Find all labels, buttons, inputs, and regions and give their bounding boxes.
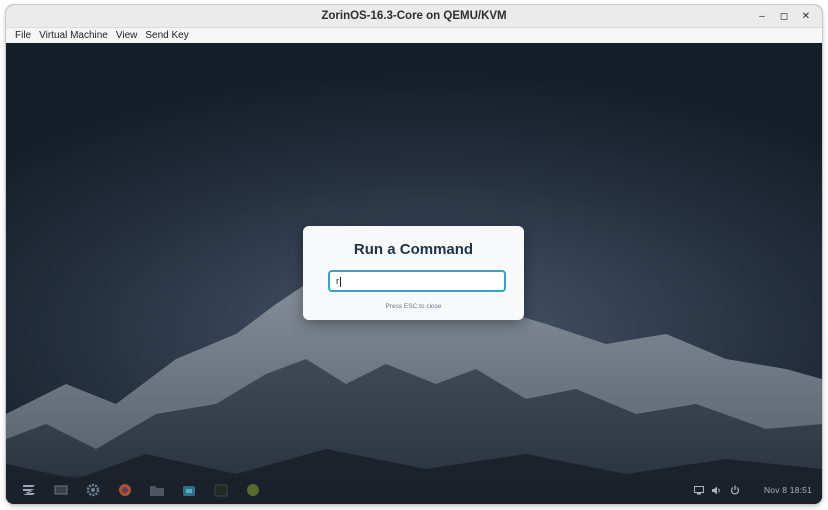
settings-icon[interactable]: [84, 482, 102, 498]
run-command-dialog: Run a Command r Press ESC to close: [303, 226, 524, 320]
vm-display[interactable]: Run a Command r Press ESC to close Nov 8…: [6, 43, 822, 504]
maximize-button[interactable]: ◻: [776, 8, 792, 24]
display-icon[interactable]: [693, 485, 704, 495]
firefox-icon[interactable]: [116, 482, 134, 498]
taskbar: Nov 8 18:51: [6, 476, 822, 504]
zorin-menu-icon[interactable]: [20, 482, 38, 498]
command-input-value: r: [336, 276, 339, 286]
menu-virtual-machine[interactable]: Virtual Machine: [35, 28, 112, 43]
dialog-hint: Press ESC to close: [385, 303, 442, 310]
close-button[interactable]: ✕: [798, 8, 814, 24]
title-bar[interactable]: ZorinOS-16.3-Core on QEMU/KVM – ◻ ✕: [6, 5, 822, 28]
terminal-icon[interactable]: [212, 482, 230, 498]
software-store-icon[interactable]: [180, 482, 198, 498]
text-caret: [340, 276, 341, 287]
command-input[interactable]: r: [328, 270, 506, 292]
files-icon[interactable]: [148, 482, 166, 498]
vm-window: ZorinOS-16.3-Core on QEMU/KVM – ◻ ✕ File…: [6, 5, 822, 504]
window-icon[interactable]: [52, 482, 70, 498]
power-icon[interactable]: [730, 485, 740, 495]
dialog-title: Run a Command: [353, 241, 474, 258]
volume-icon[interactable]: [711, 485, 722, 495]
clock[interactable]: Nov 8 18:51: [764, 485, 812, 495]
menu-file[interactable]: File: [11, 28, 35, 43]
menu-send-key[interactable]: Send Key: [141, 28, 192, 43]
window-title: ZorinOS-16.3-Core on QEMU/KVM: [321, 10, 507, 22]
window-controls: – ◻ ✕: [754, 5, 814, 27]
app-icon[interactable]: [244, 482, 262, 498]
minimize-button[interactable]: –: [754, 8, 770, 24]
menu-view[interactable]: View: [112, 28, 142, 43]
menu-bar: File Virtual Machine View Send Key: [6, 28, 822, 43]
system-tray: Nov 8 18:51: [693, 476, 812, 504]
